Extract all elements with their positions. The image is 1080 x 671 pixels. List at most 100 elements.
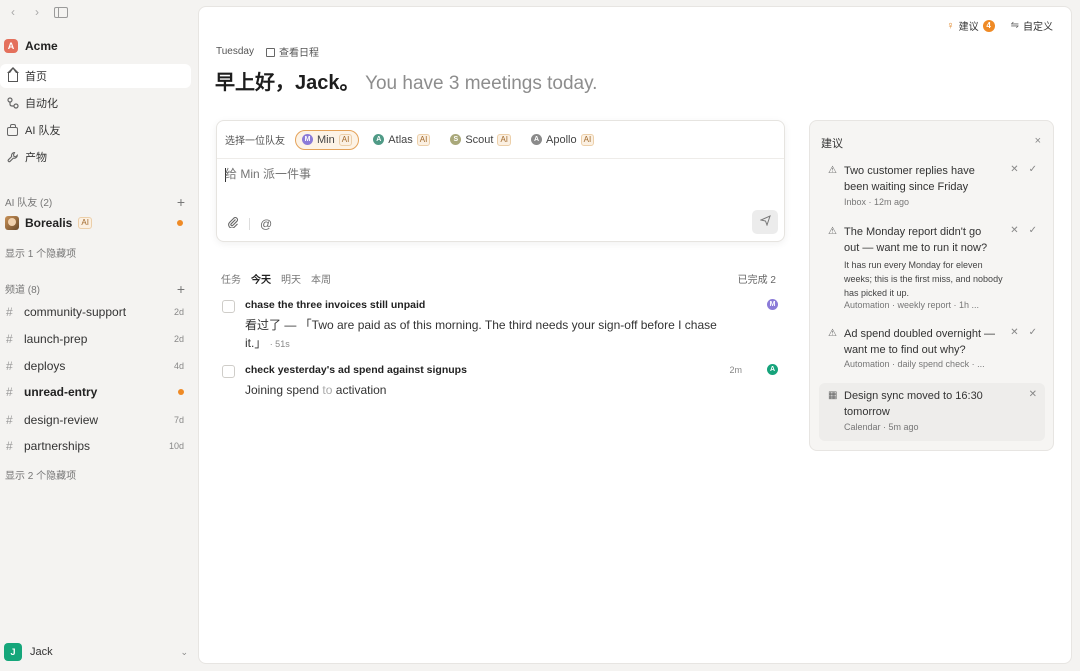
- accept-icon[interactable]: ✓: [1029, 164, 1037, 175]
- channel-item[interactable]: # design-review 7d: [6, 413, 184, 427]
- channel-item[interactable]: # deploys 4d: [6, 359, 184, 373]
- tab-today[interactable]: 今天: [251, 271, 271, 286]
- accept-icon[interactable]: ✓: [1029, 327, 1037, 338]
- add-channel-button[interactable]: +: [177, 282, 185, 296]
- teammate-atlas[interactable]: A Atlas AI: [367, 131, 436, 149]
- suggestion-description: It has run every Monday for eleven weeks…: [844, 260, 1003, 298]
- tab-tasks[interactable]: 任务: [221, 271, 241, 286]
- view-schedule-link[interactable]: 查看日程: [265, 44, 319, 59]
- show-hidden-channels-link[interactable]: 显示 2 个隐藏项: [5, 467, 76, 482]
- close-icon[interactable]: ×: [1035, 135, 1041, 151]
- dismiss-icon[interactable]: ✕: [1010, 225, 1018, 236]
- task-composer: 选择一位队友 M Min AI A Atlas AI S Scout AI A …: [216, 120, 785, 242]
- workspace-name: Acme: [25, 39, 58, 53]
- agent-name: Borealis: [25, 216, 73, 230]
- greeting: 早上好，Jack。: [215, 72, 360, 94]
- hash-icon: #: [6, 439, 13, 453]
- warning-icon: ⚠: [828, 165, 837, 176]
- nav-item-label: AI 队友: [25, 125, 61, 137]
- day-label: Tuesday: [216, 46, 254, 57]
- ai-badge: AI: [416, 133, 431, 146]
- assignee-avatar: M: [767, 299, 778, 310]
- suggestion-item[interactable]: ▦ Design sync moved to 16:30 tomorrow Ca…: [819, 383, 1045, 441]
- calendar-icon: ▦: [828, 390, 838, 401]
- suggestion-title: Design sync moved to 16:30 tomorrow: [844, 390, 983, 418]
- channel-item[interactable]: # unread-entry: [6, 385, 184, 399]
- warning-icon: ⚠: [828, 328, 837, 339]
- suggestions-panel: 建议 × ⚠ Two customer replies have been wa…: [809, 120, 1054, 451]
- workspace-switcher[interactable]: A Acme: [4, 39, 58, 53]
- nav-item-label: 首页: [25, 71, 47, 83]
- nav-item-automation[interactable]: 自动化: [0, 91, 191, 115]
- show-hidden-agents-link[interactable]: 显示 1 个隐藏项: [5, 245, 76, 260]
- suggestion-title: The Monday report didn't go out — want m…: [844, 226, 988, 254]
- teammate-min[interactable]: M Min AI: [295, 129, 360, 150]
- user-menu[interactable]: J Jack ⌄: [4, 643, 188, 661]
- teammate-name: Apollo: [546, 133, 577, 146]
- composer-tools: @: [227, 216, 272, 231]
- tab-tomorrow[interactable]: 明天: [281, 271, 301, 286]
- hash-icon: #: [6, 359, 13, 373]
- channels-section-title: 频道 (8): [5, 285, 40, 296]
- suggestion-actions: ✕: [1029, 389, 1037, 400]
- add-agent-button[interactable]: +: [177, 195, 185, 209]
- channel-item[interactable]: # partnerships 10d: [6, 439, 184, 453]
- suggestion-actions: ✕ ✓: [1010, 164, 1037, 175]
- suggestion-item[interactable]: ⚠ Two customer replies have been waiting…: [819, 163, 1045, 215]
- chevron-down-icon: ⌄: [180, 646, 188, 657]
- attach-icon[interactable]: [227, 216, 239, 231]
- customize-button[interactable]: ⇋ 自定义: [1011, 18, 1053, 33]
- home-icon: [6, 67, 19, 83]
- agent-avatar: [5, 216, 19, 230]
- tab-this-week[interactable]: 本周: [311, 271, 331, 286]
- meetings-summary: You have 3 meetings today.: [365, 73, 598, 94]
- task-checkbox[interactable]: [222, 365, 235, 378]
- channel-name: community-support: [24, 305, 127, 319]
- channel-name: launch-prep: [24, 332, 88, 346]
- automation-icon: [6, 97, 19, 110]
- channel-item[interactable]: # launch-prep 2d: [6, 332, 184, 346]
- task-reply: 看过了 — 「Two are paid as of this morning. …: [245, 318, 717, 350]
- task-checkbox[interactable]: [222, 300, 235, 313]
- completed-count[interactable]: 已完成 2: [738, 271, 776, 286]
- sidebar-toggle-icon[interactable]: [54, 6, 68, 18]
- accept-icon[interactable]: ✓: [1029, 225, 1037, 236]
- send-icon: [758, 215, 771, 229]
- sidebar-item-borealis[interactable]: Borealis AI: [5, 216, 183, 230]
- ai-badge: AI: [580, 133, 595, 146]
- suggestion-item[interactable]: ⚠ The Monday report didn't go out — want…: [819, 224, 1045, 319]
- task-title[interactable]: check yesterday's ad spend against signu…: [245, 364, 467, 376]
- dismiss-icon[interactable]: ✕: [1010, 327, 1018, 338]
- task-input[interactable]: [225, 167, 765, 181]
- nav-item-ai-teammates[interactable]: AI 队友: [0, 118, 191, 142]
- channel-age: 2d: [173, 307, 184, 317]
- channel-name: design-review: [24, 413, 99, 427]
- assignee-avatar: A: [767, 364, 778, 375]
- mention-icon[interactable]: @: [260, 217, 272, 231]
- ai-badge: AI: [78, 217, 92, 229]
- back-icon[interactable]: ‹: [6, 5, 20, 19]
- task-title[interactable]: chase the three invoices still unpaid: [245, 299, 425, 311]
- teammate-avatar: S: [450, 134, 462, 145]
- forward-icon[interactable]: ›: [30, 5, 44, 19]
- suggestion-actions: ✕ ✓: [1010, 327, 1037, 338]
- nav-item-home[interactable]: 首页: [0, 64, 191, 88]
- calendar-icon: [265, 48, 275, 57]
- send-button[interactable]: [752, 210, 778, 234]
- teammate-apollo[interactable]: A Apollo AI: [525, 131, 600, 149]
- task-progress-text: Joining spend to activation: [245, 383, 387, 397]
- teammate-scout[interactable]: S Scout AI: [444, 131, 517, 149]
- suggestions-button[interactable]: ♀ 建议 4: [946, 18, 995, 33]
- suggestion-title: Ad spend doubled overnight — want me to …: [844, 328, 996, 356]
- dismiss-icon[interactable]: ✕: [1010, 164, 1018, 175]
- teammate-name: Min: [317, 133, 335, 146]
- nav-item-artifacts[interactable]: 产物: [0, 145, 191, 169]
- suggestion-item[interactable]: ⚠ Ad spend doubled overnight — want me t…: [819, 326, 1045, 378]
- suggestion-meta: Automation · daily spend check · ...: [844, 359, 985, 369]
- unread-dot: [177, 220, 183, 226]
- channel-age: 7d: [173, 415, 184, 425]
- dismiss-icon[interactable]: ✕: [1029, 389, 1037, 400]
- ai-badge: AI: [497, 133, 512, 146]
- channel-item[interactable]: # community-support 2d: [6, 305, 184, 319]
- channel-name: unread-entry: [24, 385, 98, 399]
